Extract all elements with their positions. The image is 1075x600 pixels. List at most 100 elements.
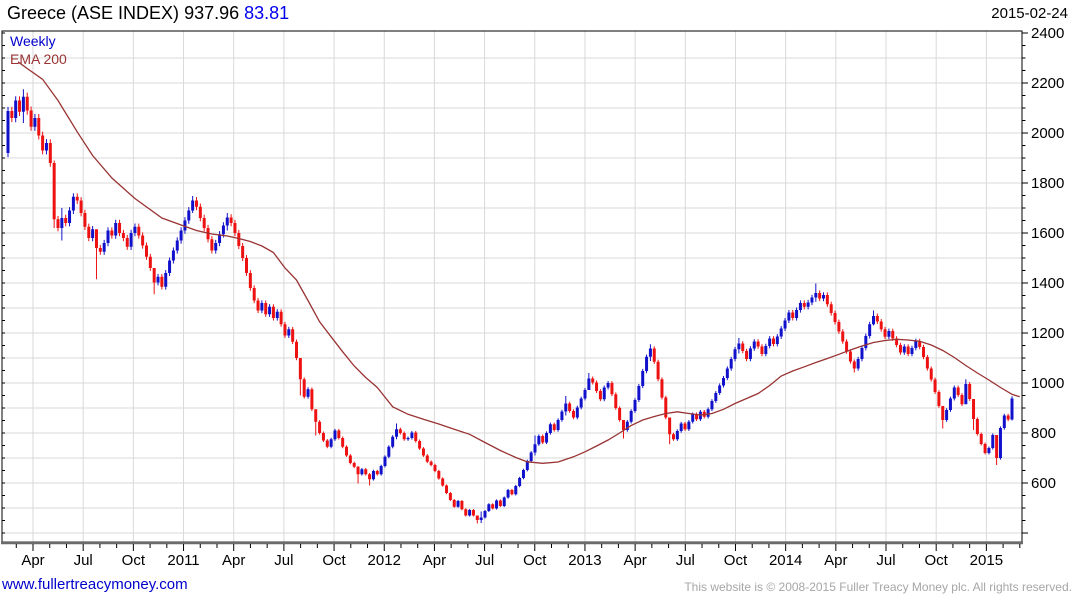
candle-down — [241, 246, 245, 258]
candle-down — [233, 223, 237, 233]
x-axis-label: Oct — [724, 552, 748, 569]
candle-up — [856, 359, 860, 369]
candle-down — [825, 295, 829, 305]
candle-down — [802, 303, 806, 307]
candle-up — [487, 504, 491, 511]
candle-up — [629, 411, 633, 422]
candle-up — [864, 336, 868, 348]
y-axis-label: 2400 — [1031, 25, 1064, 42]
candle-up — [529, 452, 533, 461]
x-axis-label: Apr — [222, 552, 245, 569]
candle-down — [125, 238, 129, 247]
candle-down — [852, 361, 856, 369]
candle-up — [795, 310, 799, 318]
candle-down — [933, 379, 937, 392]
footer-website-link[interactable]: www.fullertreacymoney.com — [2, 576, 188, 593]
candle-up — [287, 329, 291, 336]
candle-down — [121, 233, 125, 238]
candle-up — [560, 411, 564, 420]
candle-down — [471, 510, 475, 516]
candle-up — [564, 403, 568, 412]
candle-up — [718, 385, 722, 393]
candle-up — [545, 433, 549, 443]
candle-up — [129, 233, 133, 247]
candle-down — [660, 379, 664, 398]
candle-up — [71, 196, 75, 211]
candle-up — [645, 356, 649, 371]
candle-up — [733, 349, 737, 359]
candle-down — [137, 226, 141, 236]
candle-up — [406, 438, 410, 440]
candle-up — [171, 250, 175, 261]
candle-up — [633, 400, 637, 411]
candle-down — [10, 111, 14, 118]
candle-up — [687, 421, 691, 430]
y-axis-label: 600 — [1031, 475, 1056, 492]
candle-down — [979, 434, 983, 444]
candle-up — [914, 341, 918, 348]
candle-up — [587, 378, 591, 390]
candle-up — [225, 217, 229, 226]
candle-up — [379, 466, 383, 475]
candle-down — [110, 230, 114, 236]
candle-down — [41, 135, 45, 151]
candle-down — [310, 389, 314, 410]
y-axis-label: 2000 — [1031, 125, 1064, 142]
x-axis-label: Oct — [122, 552, 146, 569]
candle-down — [671, 434, 675, 440]
candle-down — [56, 219, 60, 228]
candle-up — [556, 420, 560, 430]
candle-down — [244, 258, 248, 273]
candle-up — [179, 230, 183, 241]
candle-up — [810, 297, 814, 303]
candle-up — [952, 387, 956, 399]
candle-up — [725, 368, 729, 378]
candle-up — [518, 478, 522, 486]
candle-up — [533, 444, 537, 453]
candle-up — [721, 378, 725, 386]
candle-down — [898, 345, 902, 353]
candle-up — [102, 243, 106, 252]
candle-up — [579, 398, 583, 408]
y-axis-label: 800 — [1031, 425, 1056, 442]
candle-up — [14, 100, 18, 118]
candle-down — [198, 206, 202, 218]
candle-up — [948, 398, 952, 410]
candle-down — [829, 304, 833, 313]
candle-down — [437, 471, 441, 479]
y-axis-label: 1200 — [1031, 325, 1064, 342]
candle-up — [479, 517, 483, 520]
candle-down — [760, 346, 764, 354]
candle-down — [975, 419, 979, 434]
candle-down — [498, 500, 502, 506]
candle-down — [875, 316, 879, 322]
candle-down — [956, 387, 960, 395]
candle-up — [775, 336, 779, 344]
x-axis-label: Oct — [925, 552, 949, 569]
candle-down — [152, 268, 156, 283]
candle-down — [325, 440, 329, 447]
candle-down — [941, 406, 945, 420]
candle-up — [729, 359, 733, 369]
candle-up — [275, 311, 279, 318]
candle-up — [133, 226, 137, 233]
candle-down — [595, 382, 599, 391]
candle-down — [818, 293, 822, 299]
candle-down — [295, 341, 299, 358]
x-axis-label: Apr — [423, 552, 446, 569]
candle-down — [848, 351, 852, 362]
candle-down — [429, 461, 433, 465]
candle-up — [706, 409, 710, 417]
candle-down — [264, 303, 268, 315]
candle-down — [229, 217, 233, 223]
candle-down — [252, 288, 256, 301]
candle-up — [748, 348, 752, 359]
candle-up — [637, 386, 641, 400]
candle-down — [598, 391, 602, 400]
candle-down — [283, 324, 287, 336]
price-chart-canvas[interactable]: 600 800 1000 1200 1400 1600 1800 2000 2200 2400 Ap… — [0, 0, 1075, 575]
candle-up — [641, 371, 645, 386]
candle-down — [1006, 415, 1010, 420]
candle-down — [79, 200, 83, 213]
candle-up — [514, 486, 518, 495]
